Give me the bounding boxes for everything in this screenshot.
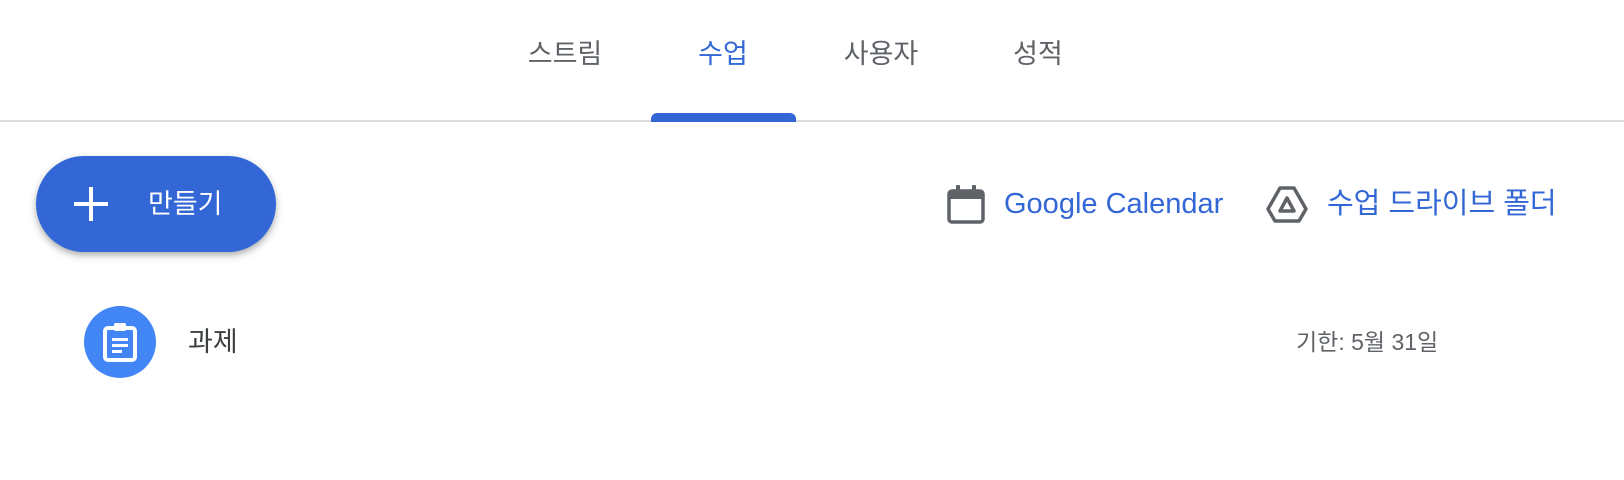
google-calendar-link[interactable]: Google Calendar [944, 182, 1234, 226]
class-drive-folder-link[interactable]: 수업 드라이브 폴더 [1265, 182, 1565, 226]
tab-list: 스트림 수업 사용자 성적 [0, 0, 1624, 122]
tab-stream[interactable]: 스트림 [520, 34, 610, 74]
class-drive-folder-label: 수업 드라이브 폴더 [1327, 188, 1557, 220]
tab-people[interactable]: 사용자 [836, 34, 926, 74]
create-button-label: 만들기 [148, 189, 223, 219]
google-calendar-label: Google Calendar [1004, 188, 1224, 220]
calendar-icon [947, 185, 985, 224]
tab-grades[interactable]: 성적 [1002, 34, 1074, 74]
top-navigation-bar: 스트림 수업 사용자 성적 [0, 0, 1624, 122]
item-title: 과제 [188, 327, 238, 357]
assignment-avatar [84, 306, 156, 378]
assignment-icon [103, 323, 137, 362]
list-item[interactable]: 과제 기한: 5월 31일 [80, 304, 1460, 380]
active-tab-indicator [651, 113, 796, 122]
drive-icon [1266, 186, 1308, 223]
plus-icon [74, 187, 108, 221]
item-due-date: 기한: 5월 31일 [1296, 329, 1439, 355]
create-button[interactable]: 만들기 [36, 156, 276, 252]
tab-classwork[interactable]: 수업 [673, 34, 773, 74]
